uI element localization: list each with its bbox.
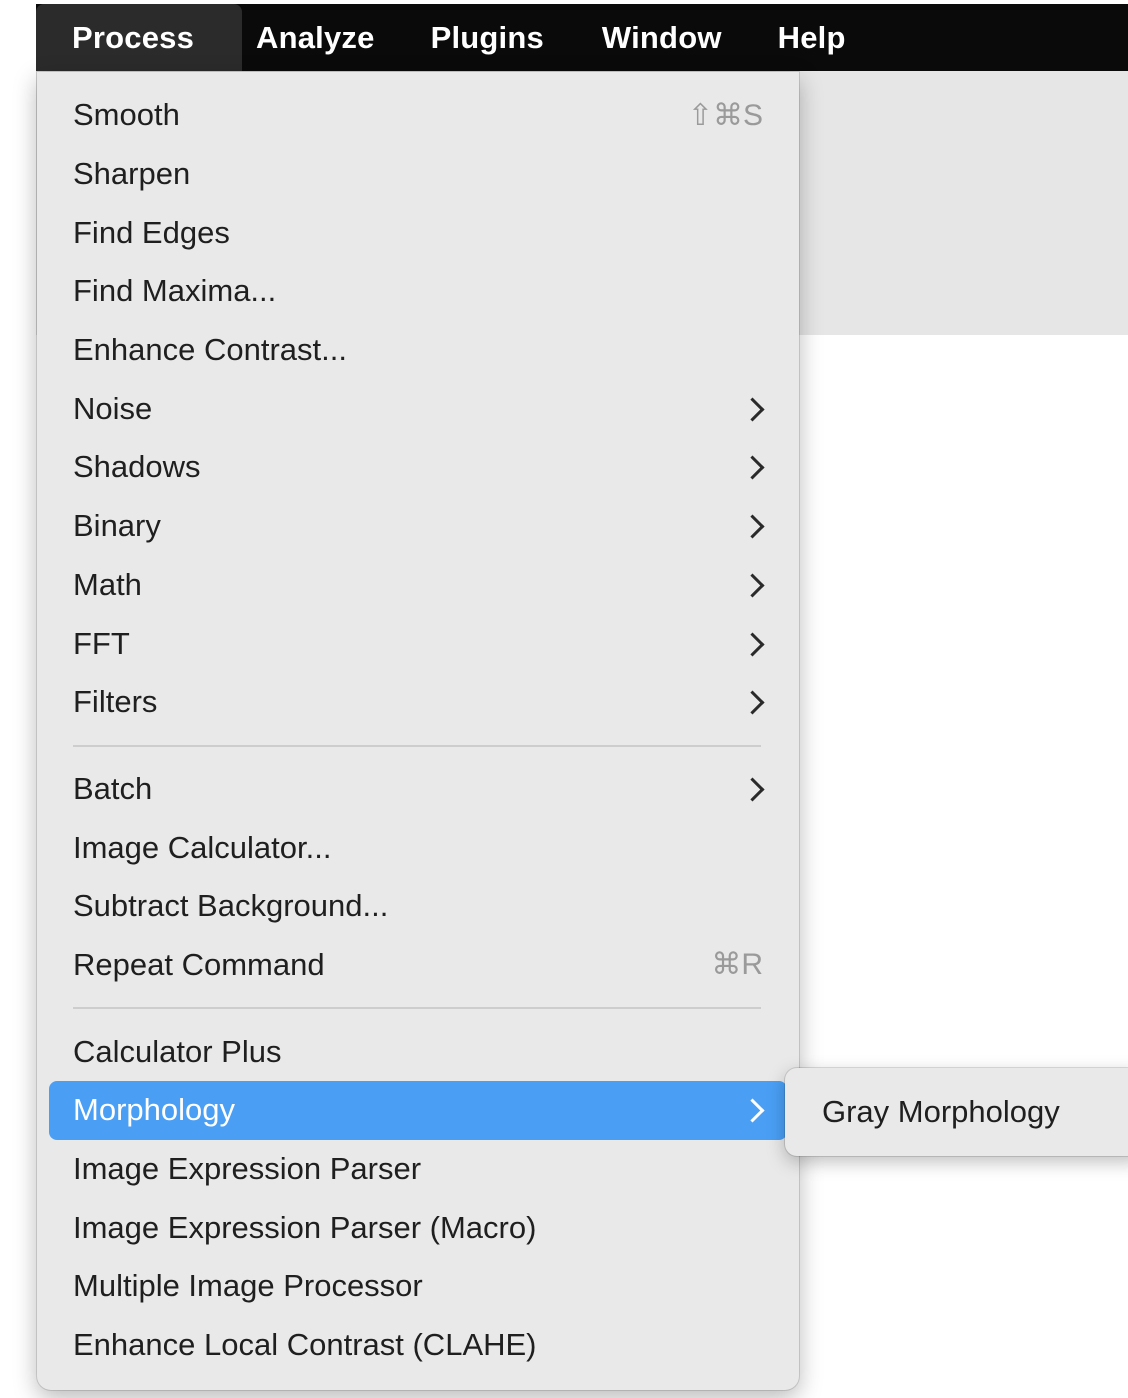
menu-item-label: Shadows — [73, 449, 201, 485]
menu-separator — [73, 732, 761, 760]
menu-item-noise[interactable]: Noise — [49, 379, 787, 438]
menu-item-find-maxima[interactable]: Find Maxima... — [49, 262, 787, 321]
menubar-item-help[interactable]: Help — [750, 4, 874, 71]
menu-item-label: Multiple Image Processor — [73, 1268, 423, 1304]
menu-item-fft[interactable]: FFT — [49, 614, 787, 673]
menu-item-sharpen[interactable]: Sharpen — [49, 145, 787, 204]
menu-item-label: FFT — [73, 625, 130, 661]
background-left-strip — [0, 70, 36, 1398]
menu-item-label: Find Edges — [73, 214, 230, 250]
menu-item-filters[interactable]: Filters — [49, 673, 787, 732]
menu-item-label: Enhance Contrast... — [73, 332, 347, 368]
menu-item-label: Image Calculator... — [73, 829, 332, 865]
menu-bar: Process Analyze Plugins Window Help — [36, 4, 1128, 71]
menu-item-label: Find Maxima... — [73, 273, 277, 309]
menu-item-image-calculator[interactable]: Image Calculator... — [49, 818, 787, 877]
menubar-item-analyze[interactable]: Analyze — [242, 4, 403, 71]
menu-item-smooth[interactable]: Smooth ⇧⌘S — [49, 86, 787, 145]
menu-item-label: Math — [73, 566, 142, 602]
process-menu: Smooth ⇧⌘S Sharpen Find Edges Find Maxim… — [37, 72, 799, 1390]
menu-item-find-edges[interactable]: Find Edges — [49, 203, 787, 262]
menu-item-label: Smooth — [73, 97, 180, 133]
menu-item-label: Image Expression Parser — [73, 1151, 422, 1187]
menu-item-label: Subtract Background... — [73, 888, 389, 924]
menu-item-label: Binary — [73, 508, 161, 544]
menu-item-multiple-image-processor[interactable]: Multiple Image Processor — [49, 1257, 787, 1316]
menu-item-label: Repeat Command — [73, 946, 325, 982]
menu-item-label: Noise — [73, 390, 153, 426]
menu-item-label: Batch — [73, 770, 153, 806]
submenu-item-gray-morphology[interactable]: Gray Morphology — [822, 1094, 1060, 1130]
morphology-submenu: Gray Morphology — [785, 1068, 1128, 1156]
shortcut-shift-cmd-s: ⇧⌘S — [687, 98, 763, 132]
menu-item-enhance-contrast[interactable]: Enhance Contrast... — [49, 321, 787, 380]
menu-item-binary[interactable]: Binary — [49, 497, 787, 556]
menu-item-image-expression-parser-macro[interactable]: Image Expression Parser (Macro) — [49, 1198, 787, 1257]
menu-item-morphology[interactable]: Morphology — [49, 1081, 787, 1140]
menu-item-label: Image Expression Parser (Macro) — [73, 1209, 537, 1245]
menu-item-image-expression-parser[interactable]: Image Expression Parser — [49, 1140, 787, 1199]
menu-item-repeat-command[interactable]: Repeat Command ⌘R — [49, 936, 787, 995]
menu-item-label: Filters — [73, 684, 158, 720]
menubar-item-window[interactable]: Window — [572, 4, 750, 71]
menu-item-shadows[interactable]: Shadows — [49, 438, 787, 497]
menu-item-label: Morphology — [73, 1092, 235, 1128]
menu-item-calculator-plus[interactable]: Calculator Plus — [49, 1022, 787, 1081]
menu-item-enhance-local-contrast[interactable]: Enhance Local Contrast (CLAHE) — [49, 1316, 787, 1375]
menu-item-label: Calculator Plus — [73, 1033, 282, 1069]
menu-item-label: Enhance Local Contrast (CLAHE) — [73, 1327, 537, 1363]
menu-separator — [73, 994, 761, 1022]
menu-item-batch[interactable]: Batch — [49, 760, 787, 819]
menu-item-label: Sharpen — [73, 156, 191, 192]
menu-item-math[interactable]: Math — [49, 556, 787, 615]
menubar-item-plugins[interactable]: Plugins — [403, 4, 572, 71]
menu-item-subtract-background[interactable]: Subtract Background... — [49, 877, 787, 936]
menubar-item-process[interactable]: Process — [36, 4, 242, 71]
shortcut-cmd-r: ⌘R — [711, 948, 763, 982]
